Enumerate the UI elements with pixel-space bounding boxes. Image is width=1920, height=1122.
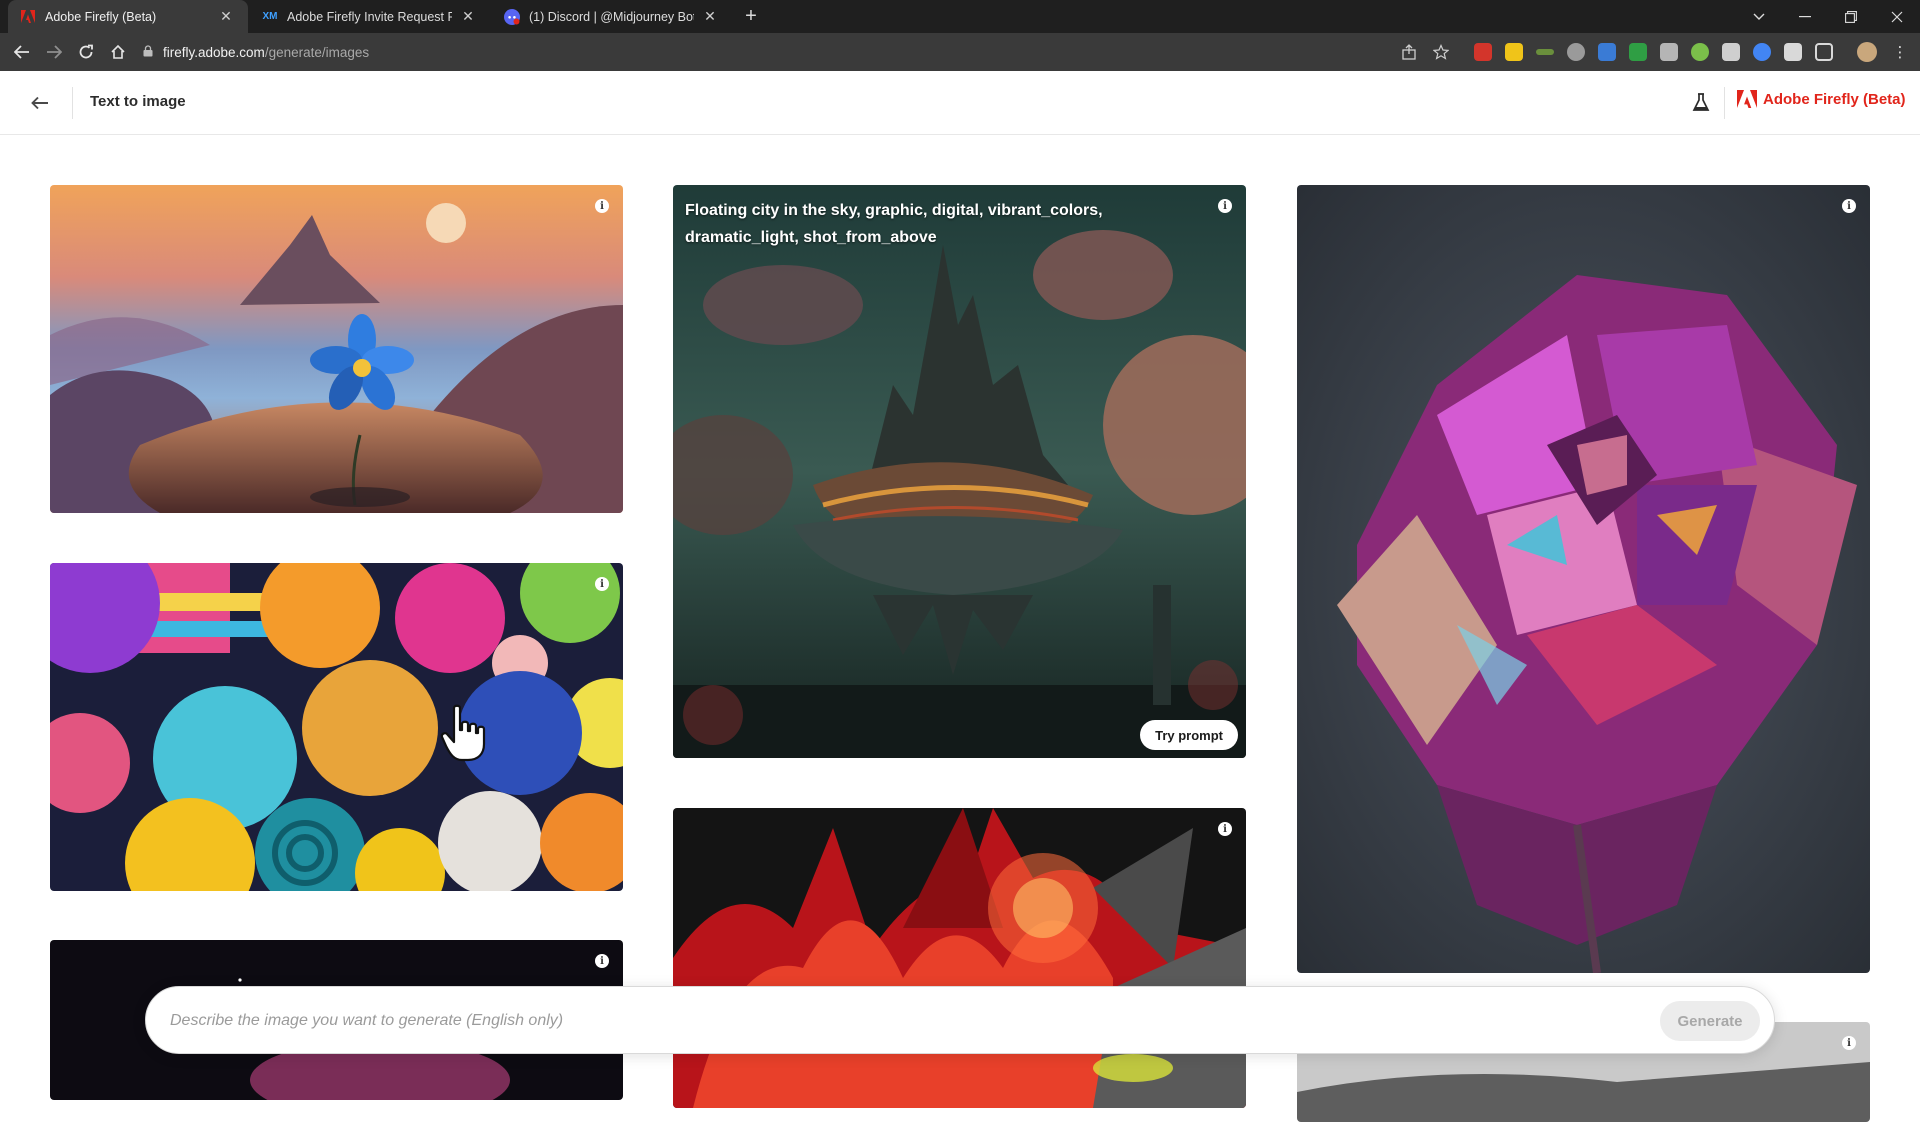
back-arrow-icon[interactable] xyxy=(10,40,34,64)
extension-graph-icon[interactable] xyxy=(1536,49,1554,55)
browser-toolbar: firefly.adobe.com/generate/images ⋮ xyxy=(0,33,1920,71)
gallery-image xyxy=(673,185,1246,758)
prompt-bar: Generate xyxy=(145,986,1775,1054)
forward-arrow-icon[interactable] xyxy=(42,40,66,64)
info-icon[interactable]: i xyxy=(1842,1036,1856,1050)
home-icon[interactable] xyxy=(106,40,130,64)
brand-logo[interactable]: Adobe Firefly (Beta) xyxy=(1737,90,1906,108)
avatar[interactable] xyxy=(1857,42,1877,62)
flask-icon[interactable] xyxy=(1690,91,1712,113)
info-icon[interactable]: i xyxy=(595,577,609,591)
tab-title: (1) Discord | @Midjourney Bot xyxy=(529,9,694,24)
extension-toggle-icon[interactable] xyxy=(1691,43,1709,61)
gallery-image xyxy=(50,185,623,513)
info-icon[interactable]: i xyxy=(1218,822,1232,836)
prompt-caption: Floating city in the sky, graphic, digit… xyxy=(685,202,1103,246)
gallery-card-colorful-shapes[interactable]: i xyxy=(50,563,623,891)
kebab-menu-icon[interactable]: ⋮ xyxy=(1888,40,1912,64)
gallery-card-blue-flower[interactable]: i xyxy=(50,185,623,513)
back-arrow-icon[interactable] xyxy=(28,91,52,115)
tab-search-chevron-icon[interactable] xyxy=(1736,0,1782,33)
tab-title: Adobe Firefly Invite Request Form xyxy=(287,9,452,24)
side-panel-icon[interactable] xyxy=(1815,43,1833,61)
restore-icon[interactable] xyxy=(1828,0,1874,33)
address-bar[interactable]: firefly.adobe.com/generate/images xyxy=(143,38,1423,66)
close-icon[interactable]: ✕ xyxy=(460,8,476,25)
extension-translate-icon[interactable] xyxy=(1598,43,1616,61)
tab-title: Adobe Firefly (Beta) xyxy=(45,9,157,24)
brand-name: Adobe Firefly (Beta) xyxy=(1763,90,1906,108)
info-icon[interactable]: i xyxy=(595,954,609,968)
prompt-input[interactable] xyxy=(170,1001,1610,1041)
info-icon[interactable]: i xyxy=(1218,199,1232,213)
reload-icon[interactable] xyxy=(74,40,98,64)
app-header: Text to image Adobe Firefly (Beta) xyxy=(0,71,1920,135)
extension-notes-icon[interactable] xyxy=(1505,43,1523,61)
browser-tab-discord[interactable]: (1) Discord | @Midjourney Bot ✕ xyxy=(492,0,732,33)
new-tab-button[interactable]: + xyxy=(738,4,764,30)
url-path: /generate/images xyxy=(264,44,370,60)
header-divider xyxy=(72,87,73,119)
discord-icon xyxy=(504,8,520,25)
header-divider xyxy=(1724,87,1725,119)
close-icon[interactable]: ✕ xyxy=(218,8,234,25)
extensions-puzzle-icon[interactable] xyxy=(1784,43,1802,61)
browser-tab-invite-form[interactable]: XM Adobe Firefly Invite Request Form ✕ xyxy=(250,0,490,33)
browser-tab-bar: Adobe Firefly (Beta) ✕ XM Adobe Firefly … xyxy=(0,0,1920,33)
gallery-image xyxy=(1297,185,1870,973)
browser-tab-firefly[interactable]: Adobe Firefly (Beta) ✕ xyxy=(8,0,248,33)
info-icon[interactable]: i xyxy=(1842,199,1856,213)
extension-camera-icon[interactable] xyxy=(1722,43,1740,61)
extension-globe-icon[interactable] xyxy=(1567,43,1585,61)
bookmark-star-icon[interactable] xyxy=(1429,40,1453,64)
close-window-icon[interactable] xyxy=(1874,0,1920,33)
gallery-card-metallic-rose[interactable]: i xyxy=(1297,185,1870,973)
extension-chrome-icon[interactable] xyxy=(1753,43,1771,61)
extension-download-icon[interactable] xyxy=(1629,43,1647,61)
xm-icon: XM xyxy=(262,11,278,22)
generate-button[interactable]: Generate xyxy=(1660,1001,1760,1041)
close-icon[interactable]: ✕ xyxy=(702,8,718,25)
info-icon[interactable]: i xyxy=(595,199,609,213)
url-host: firefly.adobe.com xyxy=(163,44,265,60)
extension-adblock-icon[interactable] xyxy=(1474,43,1492,61)
share-icon[interactable] xyxy=(1397,40,1421,64)
lock-icon xyxy=(143,44,153,60)
gallery-card-floating-city[interactable]: Floating city in the sky, graphic, digit… xyxy=(673,185,1246,758)
gallery-image xyxy=(50,563,623,891)
adobe-icon xyxy=(20,9,36,25)
adobe-logo-icon xyxy=(1737,90,1757,108)
try-prompt-button[interactable]: Try prompt xyxy=(1140,720,1238,750)
gallery-card-fire-cat[interactable]: i xyxy=(673,808,1246,1108)
gallery-image xyxy=(673,808,1246,1108)
extension-tools-icon[interactable] xyxy=(1660,43,1678,61)
page-title: Text to image xyxy=(90,93,186,110)
minimize-icon[interactable] xyxy=(1782,0,1828,33)
hand-cursor-icon xyxy=(440,704,486,762)
